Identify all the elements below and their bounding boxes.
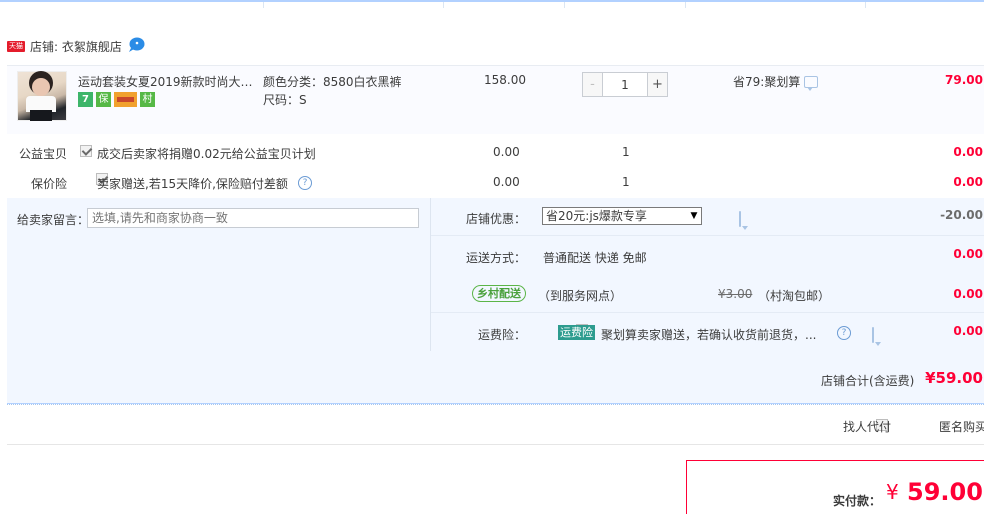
anonymous-label[interactable]: 匿名购买: [939, 418, 984, 435]
wangwang-chat-icon[interactable]: [128, 37, 145, 52]
shipping-insurance-badge: 运费险: [558, 325, 595, 340]
guarantee-icon[interactable]: 保: [96, 92, 111, 107]
header-divider: [865, 2, 866, 8]
payment-amount: 59.00: [907, 478, 983, 506]
chevron-down-icon: ▼: [690, 211, 698, 221]
header-divider: [263, 2, 264, 8]
charity-subtotal: 0.00: [953, 145, 983, 159]
table-header-strip: [0, 0, 984, 8]
product-title[interactable]: 运动套装女夏2019新款时尚大…: [78, 73, 253, 90]
message-input[interactable]: [87, 208, 419, 228]
quantity-stepper: - +: [582, 72, 668, 97]
seven-day-return-icon[interactable]: 7: [78, 92, 93, 107]
unit-price: 158.00: [484, 73, 526, 87]
payment-label: 实付款：: [833, 494, 882, 508]
header-divider: [685, 2, 686, 8]
shop-total-label: 店铺合计(含运费): [821, 374, 915, 388]
village-fee: ¥3.00: [718, 287, 753, 301]
shop-header: 天猫 店铺: 衣絮旗舰店: [7, 37, 122, 55]
price-protect-price: 0.00: [493, 175, 520, 189]
header-divider: [443, 2, 444, 8]
charity-price: 0.00: [493, 145, 520, 159]
product-thumbnail[interactable]: [17, 71, 67, 121]
payment-currency: ¥: [886, 480, 899, 504]
shipping-method: 普通配送 快递 免邮: [543, 251, 647, 265]
village-delivery-badge[interactable]: 乡村配送: [472, 285, 526, 302]
promotion-text: 省79:聚划算: [733, 75, 801, 89]
shop-discount-select[interactable]: 省20元:js爆款专享 ▼: [542, 207, 702, 225]
shipping-insurance-amount: 0.00: [953, 324, 983, 338]
charity-label: 公益宝贝: [18, 147, 67, 161]
help-icon[interactable]: ?: [298, 176, 312, 190]
charity-text: 成交后卖家将捐赠0.02元给公益宝贝计划: [97, 147, 316, 161]
sku-size: 尺码：S: [263, 93, 307, 107]
comment-icon[interactable]: [738, 211, 741, 227]
item-subtotal: 79.00: [945, 73, 983, 87]
quantity-increase-button[interactable]: +: [647, 73, 667, 96]
divider: [7, 444, 984, 445]
credit-card-icon[interactable]: [114, 92, 137, 107]
promotion-info: 省79:聚划算: [733, 73, 819, 91]
comment-icon[interactable]: [804, 75, 819, 91]
price-protect-subtotal: 0.00: [953, 175, 983, 189]
proxy-pay-label[interactable]: 找人代付: [843, 418, 891, 435]
shop-name[interactable]: 店铺: 衣絮旗舰店: [30, 38, 122, 55]
village-delivery-text: （到服务网点）: [538, 289, 623, 303]
price-protect-text: 卖家赠送,若15天降价,保险赔付差额: [97, 177, 288, 191]
service-icons: 7 保 村: [78, 92, 155, 107]
charity-qty: 1: [622, 145, 630, 159]
quantity-input[interactable]: [603, 73, 647, 96]
charity-checkbox[interactable]: [80, 145, 92, 157]
price-protect-qty: 1: [622, 175, 630, 189]
village-amount: 0.00: [953, 287, 983, 301]
header-divider: [564, 2, 565, 8]
village-service-icon[interactable]: 村: [140, 92, 155, 107]
shop-total-amount: ¥59.00: [925, 369, 983, 387]
help-icon[interactable]: ?: [837, 326, 851, 340]
shipping-amount: 0.00: [953, 247, 983, 261]
shipping-insurance-label: 运费险：: [477, 328, 526, 342]
shop-discount-amount: -20.00: [940, 208, 983, 222]
shipping-label: 运送方式：: [465, 251, 526, 265]
shop-discount-value: 省20元:js爆款专享: [546, 209, 647, 223]
price-protect-label: 保价险: [30, 177, 67, 191]
shipping-insurance-text: 聚划算卖家赠送，若确认收货前退货，...: [601, 328, 817, 342]
shop-discount-label: 店铺优惠：: [465, 212, 526, 226]
sku-color: 颜色分类：8580白衣黑裤: [263, 75, 402, 89]
sku-info: 颜色分类：8580白衣黑裤 尺码：S: [263, 73, 402, 109]
tmall-logo-icon: 天猫: [7, 40, 25, 52]
village-note: （村淘包邮）: [758, 289, 831, 303]
message-label: 给卖家留言：: [17, 213, 90, 227]
quantity-decrease-button[interactable]: -: [583, 73, 603, 96]
